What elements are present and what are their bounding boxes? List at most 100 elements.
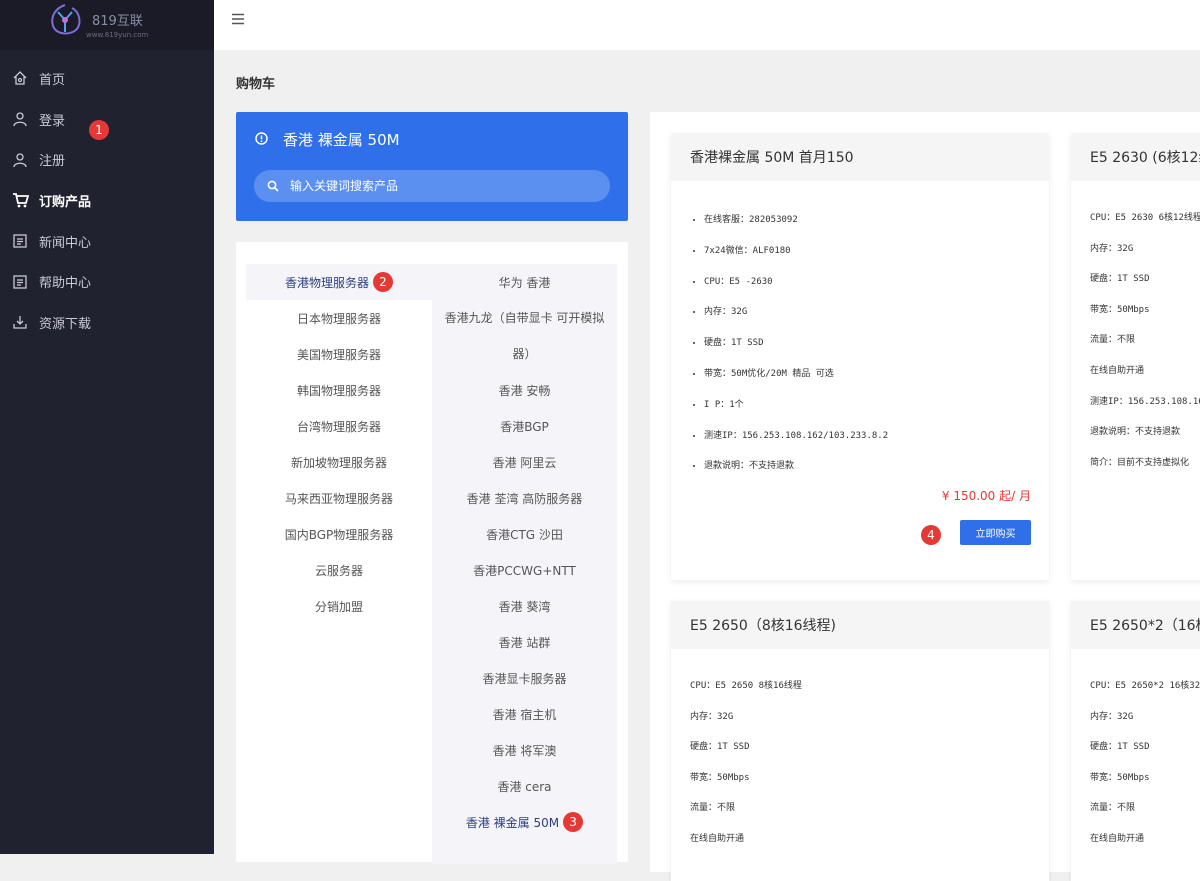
category-item[interactable]: 美国物理服务器 xyxy=(246,336,432,372)
step-badge: 1 xyxy=(89,120,109,140)
feature-item: 内存：32G xyxy=(690,711,734,722)
subcategory-item[interactable]: 香港 荃湾 高防服务器 xyxy=(432,480,617,516)
sidebar-item-label: 登录 xyxy=(39,113,66,129)
category-label: 香港物理服务器 xyxy=(284,275,369,290)
feature-item: 测速IP：156.253.108.162 xyxy=(1090,396,1200,407)
subcategory-item[interactable]: 香港 葵湾 xyxy=(432,588,617,624)
product-card: E5 2630 (6核12线程) CPU：E5 2630 6核12线程 内存：3… xyxy=(1071,133,1200,580)
sidebar-item-register[interactable]: 注册 xyxy=(0,139,214,180)
subcategory-item[interactable]: 香港CTG 沙田 xyxy=(432,516,617,552)
feature-item: 流量：不限 xyxy=(690,803,736,814)
subcategory-item[interactable]: 香港 宿主机 xyxy=(432,696,617,732)
sidebar-item-help[interactable]: 帮助中心 xyxy=(0,261,214,302)
home-icon xyxy=(11,69,29,87)
page-title: 购物车 xyxy=(236,77,276,92)
feature-item: I P：1个 xyxy=(704,390,1049,421)
subcategory-label: 香港 裸金属 50M xyxy=(465,815,560,830)
subcategory-item[interactable]: 香港BGP xyxy=(432,408,617,444)
logo[interactable]: 819互联 www.819yun.com xyxy=(0,0,214,50)
sidebar-item-label: 注册 xyxy=(39,154,66,170)
subcategory-item[interactable]: 香港 站群 xyxy=(432,624,617,660)
sidebar-item-order-products[interactable]: 订购产品 1 xyxy=(0,120,214,221)
subcategory-item[interactable]: 香港 cera xyxy=(432,768,617,804)
feature-item: 带宽：50Mbps xyxy=(1090,772,1150,783)
subcategory-item[interactable]: 香港 将军澳 xyxy=(432,732,617,768)
category-list-primary: 香港物理服务器 2 日本物理服务器 美国物理服务器 韩国物理服务器 台湾物理服务… xyxy=(246,264,432,624)
feature-item: 测速IP：156.253.108.162/103.233.8.2 xyxy=(704,421,1049,452)
sidebar: 819互联 www.819yun.com 首页 登录 注册 订购产品 1 新闻中… xyxy=(0,0,214,854)
logo-subtext: www.819yun.com xyxy=(86,31,149,39)
product-features: CPU：E5 2650 8核16线程 内存：32G 硬盘：1T SSD 带宽：5… xyxy=(671,649,1049,855)
info-icon xyxy=(255,132,268,145)
product-features: CPU：E5 2650*2 16核32线程 内存：32G 硬盘：1T SSD 带… xyxy=(1071,649,1200,855)
category-item[interactable]: 分销加盟 xyxy=(246,588,432,624)
buy-now-button[interactable]: 立即购买 xyxy=(960,520,1031,545)
sidebar-item-downloads[interactable]: 资源下载 xyxy=(0,302,214,343)
top-bar xyxy=(214,0,1200,50)
selected-category-title: 香港 裸金属 50M xyxy=(283,131,400,149)
category-hk-physical[interactable]: 香港物理服务器 2 xyxy=(246,264,432,300)
feature-item: 硬盘：1T SSD xyxy=(1090,274,1150,285)
sidebar-item-home[interactable]: 首页 xyxy=(0,58,214,99)
sidebar-item-label: 新闻中心 xyxy=(39,235,92,251)
user-icon xyxy=(11,110,29,128)
subcategory-item[interactable]: 香港 安畅 xyxy=(432,372,617,408)
feature-item: 7x24微信：ALF0180 xyxy=(704,236,1049,267)
subcategory-item[interactable]: 香港PCCWG+NTT xyxy=(432,552,617,588)
step-badge: 3 xyxy=(563,812,584,832)
news-icon xyxy=(11,232,29,250)
feature-item: 带宽：50Mbps xyxy=(1090,304,1150,315)
product-title: 香港裸金属 50M 首月150 xyxy=(671,133,1049,181)
search-input[interactable] xyxy=(290,170,590,202)
product-search xyxy=(254,170,610,202)
feature-item: CPU：E5 2650*2 16核32线程 xyxy=(1090,681,1200,691)
feature-item: 退款说明：不支持退款 xyxy=(1090,427,1181,438)
category-item[interactable]: 新加坡物理服务器 xyxy=(246,444,432,480)
cart-icon xyxy=(11,191,29,209)
feature-item: CPU：E5 -2630 xyxy=(704,267,1049,298)
feature-item: 带宽：50Mbps xyxy=(690,772,750,783)
subcategory-hk-bare-metal[interactable]: 香港 裸金属 50M 3 xyxy=(432,804,617,840)
feature-item: 流量：不限 xyxy=(1090,335,1136,346)
product-card: 香港裸金属 50M 首月150 在线客服：282053092 7x24微信：AL… xyxy=(671,133,1049,580)
product-card: E5 2650*2（16核32线程) CPU：E5 2650*2 16核32线程… xyxy=(1071,601,1200,881)
logo-text: 819互联 xyxy=(92,14,143,29)
category-item[interactable]: 台湾物理服务器 xyxy=(246,408,432,444)
feature-item: 在线客服：282053092 xyxy=(704,205,1049,236)
feature-item: 内存：32G xyxy=(1090,243,1134,254)
sidebar-item-label: 帮助中心 xyxy=(39,276,92,292)
feature-item: CPU：E5 2650 8核16线程 xyxy=(690,681,802,691)
feature-item: 硬盘：1T SSD xyxy=(704,328,1049,359)
selected-category-panel: 香港 裸金属 50M xyxy=(236,112,628,221)
sidebar-item-news[interactable]: 新闻中心 xyxy=(0,221,214,262)
category-panel: 香港物理服务器 2 日本物理服务器 美国物理服务器 韩国物理服务器 台湾物理服务… xyxy=(236,242,628,864)
menu-icon[interactable] xyxy=(231,12,245,26)
category-item[interactable]: 马来西亚物理服务器 xyxy=(246,480,432,516)
product-price: ¥ 150.00 起/ 月 xyxy=(941,489,1031,503)
search-icon xyxy=(267,180,279,192)
product-title: E5 2630 (6核12线程) xyxy=(1071,133,1200,181)
sidebar-item-label: 资源下载 xyxy=(39,316,92,332)
subcategory-item[interactable]: 华为 香港 xyxy=(432,264,617,300)
subcategory-item[interactable]: 香港九龙（自带显卡 可开模拟器） xyxy=(432,300,617,372)
sidebar-nav: 首页 登录 注册 订购产品 1 新闻中心 帮助中心 资源下载 xyxy=(0,58,214,343)
sidebar-item-label: 订购产品 xyxy=(39,194,92,210)
product-title: E5 2650（8核16线程) xyxy=(671,601,1049,649)
category-item[interactable]: 韩国物理服务器 xyxy=(246,372,432,408)
feature-item: 带宽：50M优化/20M 精品 可选 xyxy=(704,359,1049,390)
sidebar-item-label: 首页 xyxy=(39,72,66,88)
category-item[interactable]: 国内BGP物理服务器 xyxy=(246,516,432,552)
category-list-secondary: 华为 香港 香港九龙（自带显卡 可开模拟器） 香港 安畅 香港BGP 香港 阿里… xyxy=(432,264,617,864)
feature-item: 简介：目前不支持虚拟化 xyxy=(1090,457,1190,468)
download-icon xyxy=(11,313,29,331)
subcategory-item[interactable]: 香港显卡服务器 xyxy=(432,660,617,696)
user-icon xyxy=(11,151,29,169)
feature-item: 内存：32G xyxy=(1090,711,1134,722)
category-item[interactable]: 日本物理服务器 xyxy=(246,300,432,336)
step-badge: 4 xyxy=(921,525,941,545)
feature-item: 在线自助开通 xyxy=(690,833,745,844)
category-item[interactable]: 云服务器 xyxy=(246,552,432,588)
step-badge: 2 xyxy=(373,272,393,292)
feature-item: 在线自助开通 xyxy=(1090,833,1145,844)
subcategory-item[interactable]: 香港 阿里云 xyxy=(432,444,617,480)
